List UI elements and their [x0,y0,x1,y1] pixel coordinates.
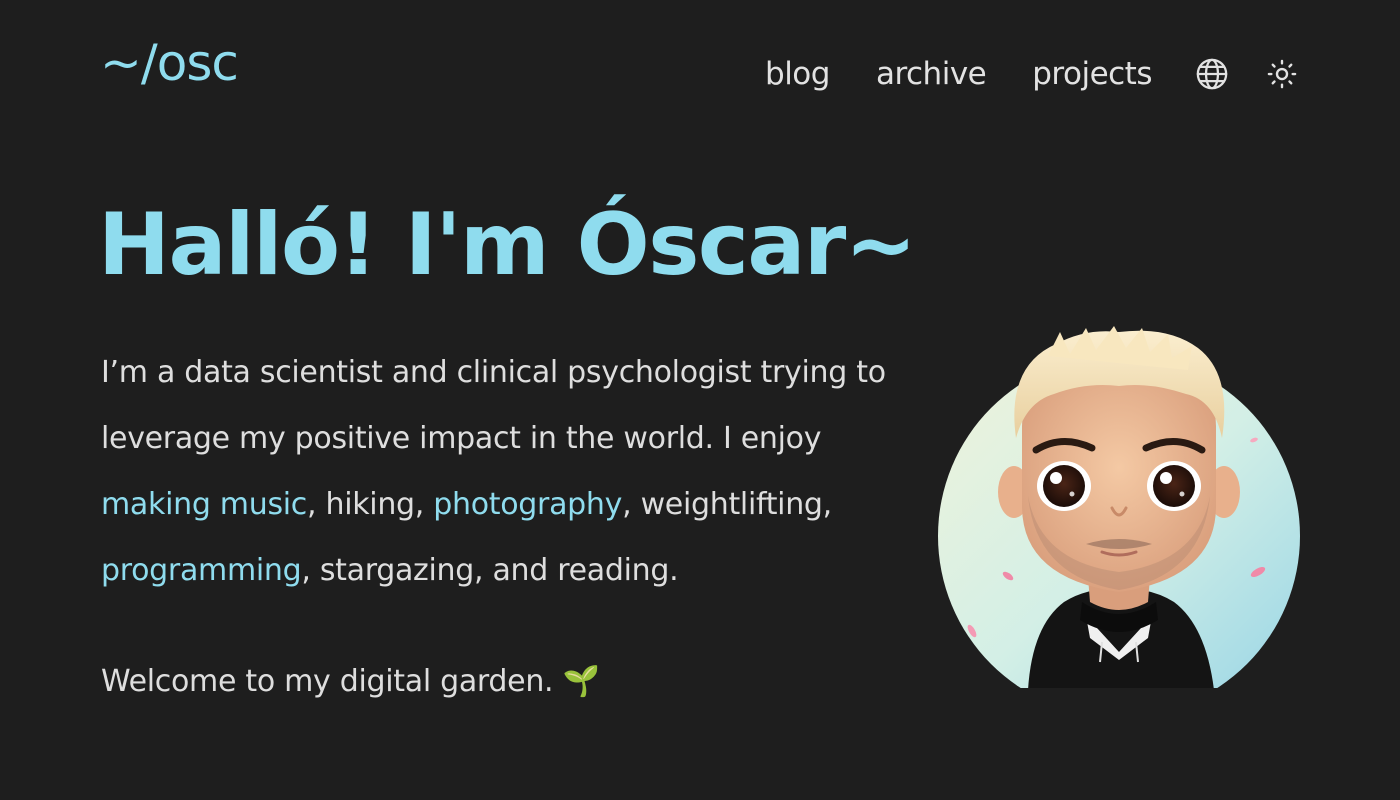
top-nav: blog archive projects [765,52,1300,96]
globe-icon [1196,58,1228,90]
theme-toggle-button[interactable] [1264,56,1300,92]
site-logo-link[interactable]: ~/osc [100,38,239,88]
bio-text-2: , hiking, [307,487,434,522]
hero-bio: I’m a data scientist and clinical psycho… [101,340,901,604]
language-button[interactable] [1194,56,1230,92]
link-programming[interactable]: programming [101,553,302,588]
link-making-music[interactable]: making music [101,487,307,522]
welcome-text: Welcome to my digital garden. 🌱 [101,652,600,712]
sun-icon [1267,59,1297,89]
welcome-message: Welcome to my digital garden. [101,664,554,699]
bio-text-4: , stargazing, and reading. [301,553,679,588]
seedling-icon: 🌱 [562,664,600,699]
nav-link-blog[interactable]: blog [765,58,830,90]
nav-link-projects[interactable]: projects [1032,58,1152,90]
avatar [936,326,1302,692]
hero-title: Halló! I'm Óscar~ [98,195,917,295]
nav-link-archive[interactable]: archive [876,58,987,90]
avatar-illustration [938,326,1300,692]
bio-text-1: I’m a data scientist and clinical psycho… [101,355,886,456]
page: ~/osc blog archive projects Halló! I'm Ó… [0,0,1400,800]
bio-text-3: , weightlifting, [622,487,832,522]
link-photography[interactable]: photography [433,487,622,522]
